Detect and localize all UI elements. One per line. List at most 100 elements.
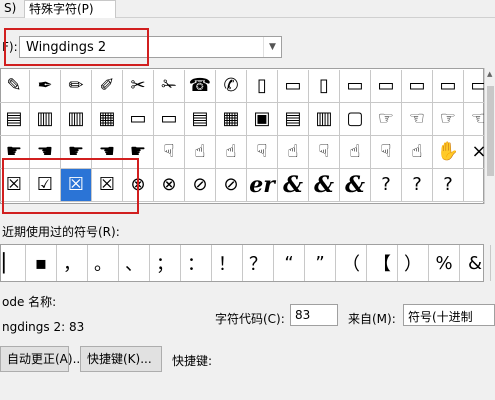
symbol-glyph: er bbox=[249, 172, 275, 198]
symbol-cell[interactable]: ? bbox=[371, 169, 402, 202]
symbol-cell[interactable]: & bbox=[309, 169, 340, 202]
symbol-cell[interactable]: ✋ bbox=[433, 136, 464, 169]
symbol-glyph: ▣ bbox=[253, 108, 271, 129]
symbol-cell[interactable]: ⊘ bbox=[216, 169, 247, 202]
recent-symbols-label: 近期使用过的符号(R): bbox=[2, 225, 120, 239]
symbol-glyph: ▭ bbox=[377, 75, 395, 96]
symbol-cell[interactable]: ? bbox=[433, 169, 464, 202]
symbol-glyph: & bbox=[314, 172, 334, 198]
symbol-cell[interactable]: ☟ bbox=[247, 136, 278, 169]
symbol-cell[interactable]: ⊘ bbox=[185, 169, 216, 202]
autocorrect-button[interactable]: 自动更正(A)... bbox=[0, 346, 84, 372]
recent-symbol-cell[interactable]: ” bbox=[305, 245, 336, 281]
symbol-cell[interactable]: ? bbox=[402, 169, 433, 202]
chevron-down-icon[interactable]: ▼ bbox=[263, 37, 281, 57]
symbol-cell[interactable]: ✁ bbox=[154, 70, 185, 103]
symbol-cell[interactable]: ✒ bbox=[30, 70, 61, 103]
symbol-glyph: ▤ bbox=[284, 108, 302, 129]
symbol-glyph: ✏ bbox=[68, 75, 84, 96]
char-code-input[interactable]: 83 bbox=[290, 304, 338, 326]
symbol-cell[interactable]: ▤ bbox=[278, 103, 309, 136]
symbol-cell[interactable]: ⊗ bbox=[154, 169, 185, 202]
symbol-cell[interactable]: ▢ bbox=[340, 103, 371, 136]
symbol-cell[interactable]: ▭ bbox=[278, 70, 309, 103]
symbol-cell[interactable]: ☝ bbox=[278, 136, 309, 169]
symbol-cell[interactable]: ▭ bbox=[371, 70, 402, 103]
symbol-cell[interactable]: ☞ bbox=[371, 103, 402, 136]
symbol-cell[interactable]: ✐ bbox=[92, 70, 123, 103]
symbol-cell[interactable]: ▭ bbox=[154, 103, 185, 136]
symbol-cell[interactable]: ☟ bbox=[371, 136, 402, 169]
recent-symbol-cell[interactable]: ； bbox=[150, 245, 181, 281]
symbol-cell[interactable]: & bbox=[340, 169, 371, 202]
tab-symbols[interactable]: S) bbox=[0, 0, 22, 18]
symbol-glyph: ☝ bbox=[349, 141, 361, 162]
tab-bar: S) 特殊字符(P) bbox=[0, 0, 495, 18]
symbol-glyph: ☞ bbox=[377, 108, 395, 129]
symbol-glyph: ▯ bbox=[319, 75, 329, 96]
symbol-glyph: ✁ bbox=[161, 75, 177, 96]
recent-symbol-cell[interactable]: ！ bbox=[212, 245, 243, 281]
symbol-glyph: ☜ bbox=[408, 108, 426, 129]
recent-symbol-cell[interactable]: % bbox=[429, 245, 460, 281]
tab-special-characters[interactable]: 特殊字符(P) bbox=[24, 0, 116, 18]
symbol-glyph: ▥ bbox=[315, 108, 333, 129]
recent-symbol-cell[interactable]: ） bbox=[398, 245, 429, 281]
symbol-glyph: ▦ bbox=[222, 108, 240, 129]
symbol-cell[interactable]: ☟ bbox=[309, 136, 340, 169]
symbol-glyph: ▭ bbox=[284, 75, 302, 96]
symbol-cell[interactable]: ☟ bbox=[154, 136, 185, 169]
symbol-cell[interactable]: ☜ bbox=[402, 103, 433, 136]
symbol-glyph: ☝ bbox=[287, 141, 299, 162]
symbol-cell[interactable]: ▤ bbox=[0, 103, 30, 136]
symbol-cell[interactable]: ▥ bbox=[61, 103, 92, 136]
recent-symbol-cell[interactable]: 【 bbox=[367, 245, 398, 281]
symbol-cell[interactable]: ▭ bbox=[402, 70, 433, 103]
from-select[interactable]: 符号(十进制 bbox=[403, 304, 495, 326]
symbol-glyph: ⊘ bbox=[223, 174, 239, 195]
symbol-cell[interactable]: ▥ bbox=[309, 103, 340, 136]
symbol-cell[interactable]: ☝ bbox=[340, 136, 371, 169]
symbol-cell[interactable]: ☝ bbox=[185, 136, 216, 169]
recent-symbol-cell[interactable]: 。 bbox=[88, 245, 119, 281]
symbol-cell[interactable]: ✏ bbox=[61, 70, 92, 103]
symbol-cell[interactable]: ▦ bbox=[216, 103, 247, 136]
char-code-label: 字符代码(C): bbox=[215, 312, 285, 326]
scroll-thumb[interactable] bbox=[487, 86, 494, 176]
recent-symbol-cell[interactable]: ▪ bbox=[26, 245, 57, 281]
recent-symbol-cell[interactable]: ？ bbox=[243, 245, 274, 281]
symbol-cell[interactable]: ▯ bbox=[247, 70, 278, 103]
symbol-cell[interactable]: er bbox=[247, 169, 278, 202]
symbol-cell[interactable]: ▤ bbox=[185, 103, 216, 136]
symbol-cell[interactable]: ▣ bbox=[247, 103, 278, 136]
shortcut-key-button[interactable]: 快捷键(K)... bbox=[80, 346, 162, 372]
recent-symbol-cell[interactable]: ， bbox=[57, 245, 88, 281]
symbol-glyph: ⊗ bbox=[161, 174, 177, 195]
recent-symbol-cell[interactable]: ： bbox=[181, 245, 212, 281]
recent-symbol-cell[interactable]: 、 bbox=[119, 245, 150, 281]
recent-symbol-cell[interactable]: “ bbox=[274, 245, 305, 281]
symbol-cell[interactable]: ▯ bbox=[309, 70, 340, 103]
recent-symbol-cell[interactable]: （ bbox=[336, 245, 367, 281]
symbol-glyph: ▭ bbox=[408, 75, 426, 96]
symbol-cell[interactable]: & bbox=[278, 169, 309, 202]
symbol-glyph: ▥ bbox=[36, 108, 54, 129]
symbol-cell[interactable]: ☝ bbox=[402, 136, 433, 169]
recent-symbol-cell[interactable]: & bbox=[460, 245, 491, 281]
symbol-cell[interactable]: ✂ bbox=[123, 70, 154, 103]
symbol-cell[interactable]: ☝ bbox=[216, 136, 247, 169]
scroll-up-icon[interactable]: ▲ bbox=[487, 70, 492, 78]
symbol-cell[interactable]: ✆ bbox=[216, 70, 247, 103]
symbol-cell[interactable]: ▭ bbox=[123, 103, 154, 136]
symbol-cell[interactable]: ▦ bbox=[92, 103, 123, 136]
symbol-glyph: ☟ bbox=[380, 141, 392, 162]
grid-scrollbar[interactable]: ▲ bbox=[484, 68, 495, 204]
symbol-cell[interactable]: ☞ bbox=[433, 103, 464, 136]
symbol-cell[interactable]: ✎ bbox=[0, 70, 30, 103]
symbol-cell[interactable]: ▭ bbox=[340, 70, 371, 103]
symbol-glyph: ☎ bbox=[188, 75, 212, 96]
symbol-cell[interactable]: ☎ bbox=[185, 70, 216, 103]
recent-symbol-cell[interactable]: ▏ bbox=[0, 245, 26, 281]
symbol-cell[interactable]: ▥ bbox=[30, 103, 61, 136]
symbol-cell[interactable]: ▭ bbox=[433, 70, 464, 103]
